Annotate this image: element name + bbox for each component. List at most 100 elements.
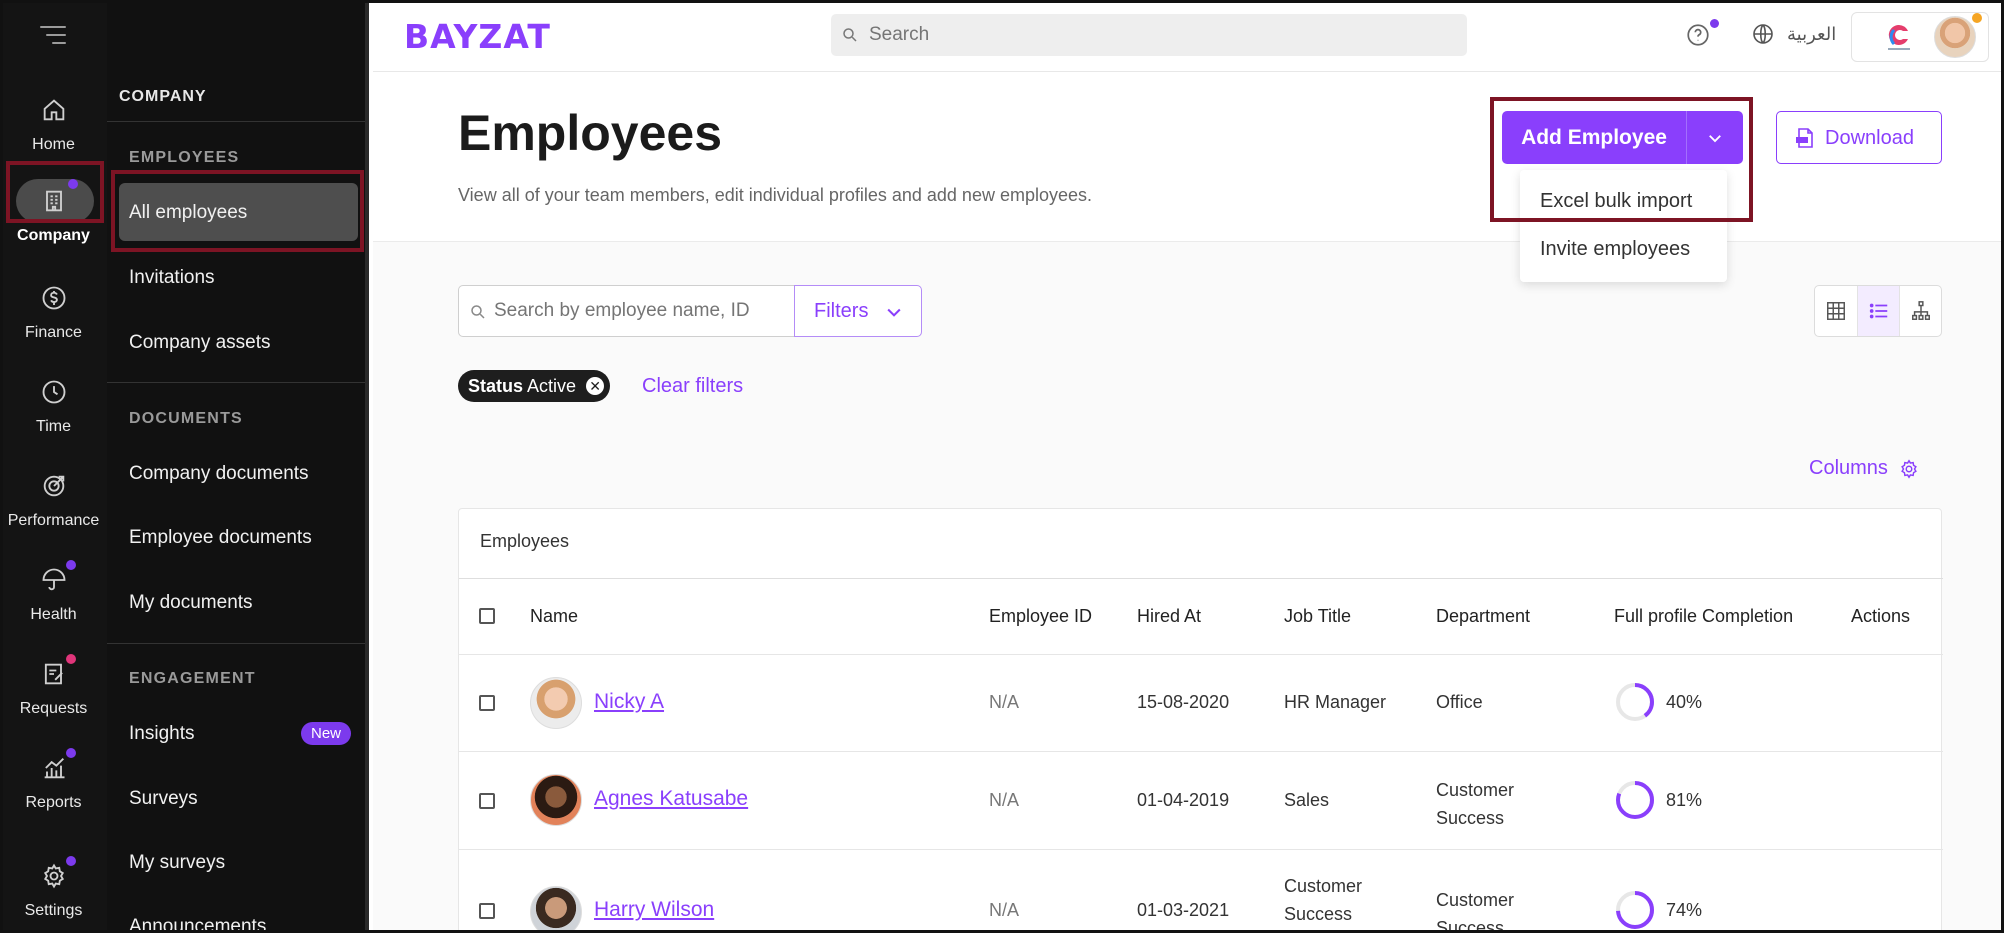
- select-all-checkbox[interactable]: [479, 608, 495, 624]
- rail-item-requests[interactable]: Requests: [0, 654, 107, 746]
- employees-table: Employees Name Employee ID Hired At Job …: [458, 508, 1943, 933]
- notification-dot: [67, 179, 78, 189]
- completion-percent: 81%: [1666, 790, 1703, 810]
- clear-filters-link[interactable]: Clear filters: [642, 375, 743, 398]
- rail-label-time: Time: [36, 418, 71, 435]
- completion-ring: [1616, 781, 1654, 819]
- add-employee-dropdown-toggle[interactable]: [1686, 111, 1743, 164]
- completion-percent: 74%: [1666, 900, 1703, 920]
- add-employee-menu: Excel bulk import Invite employees: [1520, 170, 1727, 282]
- subnav-item-announcements[interactable]: Announcements: [129, 916, 266, 933]
- search-icon: [843, 28, 857, 42]
- help-notification-dot: [1710, 19, 1719, 28]
- icon-rail: Home Company Finance Time Performance He…: [0, 0, 107, 933]
- bayzat-logo[interactable]: BAYZAT: [404, 17, 551, 56]
- table-row[interactable]: Nicky A N/A 15-08-2020 HR Manager Office…: [459, 655, 1943, 752]
- col-name[interactable]: Name: [530, 606, 578, 627]
- org-chart-view-button[interactable]: [1899, 286, 1941, 336]
- global-search[interactable]: [831, 14, 1467, 56]
- language-label: العربية: [1787, 23, 1837, 44]
- col-department[interactable]: Department: [1436, 606, 1530, 627]
- table-row[interactable]: Agnes Katusabe N/A 01-04-2019 Sales Cust…: [459, 752, 1943, 850]
- rail-item-time[interactable]: Time: [0, 374, 107, 464]
- table-row[interactable]: Harry Wilson N/A 01-03-2021 Customer Suc…: [459, 850, 1943, 933]
- employee-name-link[interactable]: Agnes Katusabe: [594, 787, 748, 811]
- download-button[interactable]: Download: [1776, 111, 1942, 164]
- view-toggle: [1814, 285, 1942, 337]
- employee-name-link[interactable]: Harry Wilson: [594, 898, 714, 922]
- row-checkbox[interactable]: [479, 793, 495, 809]
- subnav-item-company-assets[interactable]: Company assets: [129, 332, 271, 354]
- employee-name-link[interactable]: Nicky A: [594, 690, 664, 714]
- list-view-button[interactable]: [1857, 286, 1899, 336]
- subnav-item-all-employees[interactable]: All employees: [119, 183, 358, 241]
- remove-filter-icon[interactable]: ✕: [586, 377, 605, 395]
- job-title-cell: Sales: [1284, 790, 1330, 810]
- employee-search-input[interactable]: [494, 286, 789, 336]
- rail-item-health[interactable]: Health: [0, 560, 107, 652]
- chevron-down-icon: [887, 308, 901, 317]
- rail-item-finance[interactable]: Finance: [0, 280, 107, 370]
- rail-item-settings[interactable]: Settings: [0, 856, 107, 933]
- rail-label-finance: Finance: [25, 324, 82, 341]
- clipboard-icon: [36, 654, 76, 692]
- building-icon: [36, 179, 78, 219]
- add-employee-button[interactable]: Add Employee: [1502, 111, 1686, 164]
- department-cell: Customer Success: [1436, 890, 1515, 933]
- download-label: Download: [1825, 127, 1914, 149]
- subnav-item-insights[interactable]: Insights: [129, 723, 194, 745]
- hired-at-cell: 01-04-2019: [1137, 790, 1230, 810]
- rail-item-reports[interactable]: Reports: [0, 748, 107, 840]
- hired-at-cell: 15-08-2020: [1137, 692, 1230, 712]
- account-notification-dot: [1972, 13, 1982, 23]
- menu-item-invite-employees[interactable]: Invite employees: [1540, 238, 1690, 261]
- completion-ring: [1616, 891, 1654, 929]
- chip-value: Active: [527, 376, 577, 396]
- status-filter-chip: Status Active ✕: [458, 370, 611, 402]
- page-title: Employees: [458, 105, 723, 161]
- company-logo-icon: [1888, 24, 1910, 50]
- employee-search[interactable]: [458, 285, 795, 337]
- subnav-item-my-documents[interactable]: My documents: [129, 592, 253, 614]
- col-employee-id[interactable]: Employee ID: [989, 606, 1092, 627]
- subnav-item-company-documents[interactable]: Company documents: [129, 463, 309, 485]
- employee-id-cell: N/A: [989, 900, 1020, 920]
- company-subnav: COMPANY EMPLOYEES All employees Invitati…: [107, 0, 369, 933]
- language-switch[interactable]: العربية: [1751, 22, 1836, 46]
- row-checkbox[interactable]: [479, 903, 495, 919]
- subnav-item-invitations[interactable]: Invitations: [129, 267, 215, 289]
- rail-item-performance[interactable]: Performance: [0, 468, 107, 558]
- global-search-input[interactable]: [869, 14, 1449, 56]
- subnav-item-surveys[interactable]: Surveys: [129, 788, 198, 810]
- col-job-title[interactable]: Job Title: [1284, 606, 1351, 627]
- page-header: Employees View all of your team members,…: [373, 72, 2004, 242]
- section-engagement: ENGAGEMENT: [129, 670, 256, 687]
- subnav-scrollbar[interactable]: [365, 130, 369, 930]
- col-completion[interactable]: Full profile Completion: [1614, 606, 1793, 627]
- org-chart-icon: [1911, 301, 1930, 320]
- rail-item-company[interactable]: Company: [0, 179, 107, 273]
- filters-button[interactable]: Filters: [794, 285, 922, 337]
- columns-label: Columns: [1809, 457, 1888, 479]
- job-title-cell: HR Manager: [1284, 692, 1387, 712]
- target-icon: [36, 468, 72, 504]
- subnav-item-my-surveys[interactable]: My surveys: [129, 852, 225, 874]
- hamburger-menu-icon[interactable]: [40, 26, 68, 48]
- col-hired-at[interactable]: Hired At: [1137, 606, 1201, 627]
- grid-view-button[interactable]: [1815, 286, 1857, 336]
- rail-item-home[interactable]: Home: [0, 92, 107, 182]
- department-cell: Customer Success: [1436, 780, 1515, 828]
- columns-settings[interactable]: Columns: [1809, 457, 1920, 480]
- row-checkbox[interactable]: [479, 695, 495, 711]
- menu-item-excel-bulk-import[interactable]: Excel bulk import: [1540, 190, 1692, 213]
- employee-id-cell: N/A: [989, 692, 1020, 712]
- account-switcher[interactable]: [1851, 12, 1989, 62]
- gear-icon: [1901, 458, 1917, 479]
- subnav-item-employee-documents[interactable]: Employee documents: [129, 527, 312, 549]
- help-icon[interactable]: [1685, 22, 1711, 48]
- employee-id-cell: N/A: [989, 790, 1020, 810]
- user-avatar[interactable]: [1934, 16, 1976, 58]
- completion-percent: 40%: [1666, 692, 1703, 712]
- search-icon: [471, 305, 485, 319]
- main-content: Employees View all of your team members,…: [373, 72, 2004, 933]
